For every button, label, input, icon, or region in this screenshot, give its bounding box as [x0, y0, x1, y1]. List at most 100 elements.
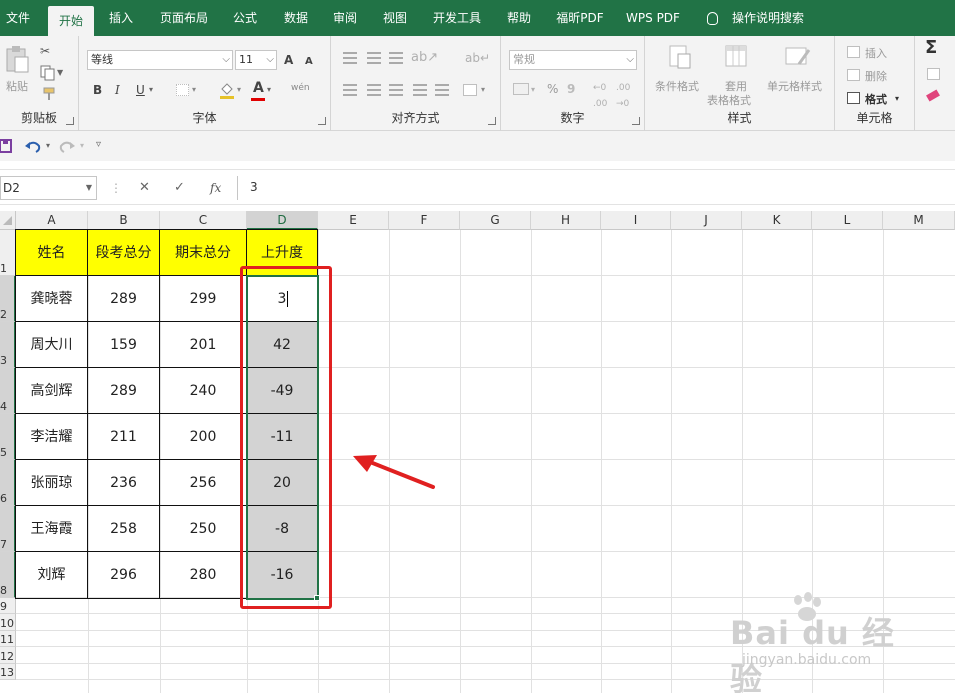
currency-dropdown-icon[interactable]: ▾: [531, 82, 535, 98]
conditional-formatting-icon[interactable]: [669, 44, 693, 72]
tab-developer[interactable]: 开发工具: [426, 0, 488, 36]
borders-icon[interactable]: [176, 84, 189, 96]
table-cell[interactable]: 258: [88, 506, 160, 552]
italic-button[interactable]: I: [115, 82, 120, 98]
merge-dropdown-icon[interactable]: ▾: [481, 82, 485, 98]
tab-help[interactable]: 帮助: [502, 0, 536, 36]
table-cell[interactable]: 王海霞: [16, 506, 88, 552]
tab-home[interactable]: 开始: [48, 6, 94, 36]
row-header-1[interactable]: 1: [0, 230, 16, 276]
table-cell[interactable]: 201: [160, 322, 247, 368]
row-header-5[interactable]: 5: [0, 414, 16, 460]
name-box-dropdown-icon[interactable]: ▼: [86, 177, 92, 199]
row-header-10[interactable]: 10: [0, 614, 16, 631]
row-header-8[interactable]: 8: [0, 552, 16, 598]
row-header-7[interactable]: 7: [0, 506, 16, 552]
tab-foxit-pdf[interactable]: 福昕PDF: [551, 0, 609, 36]
align-center-icon[interactable]: [367, 84, 381, 96]
alignment-launcher-icon[interactable]: [488, 117, 496, 125]
insert-function-icon[interactable]: fx: [210, 180, 221, 196]
column-header-e[interactable]: E: [318, 211, 389, 230]
font-size-select[interactable]: 11 ⌵: [235, 50, 277, 70]
underline-button[interactable]: U: [136, 82, 145, 98]
top-align-icon[interactable]: [343, 52, 357, 64]
column-header-h[interactable]: H: [531, 211, 601, 230]
column-header-k[interactable]: K: [742, 211, 812, 230]
number-format-select[interactable]: 常规 ⌵: [509, 50, 637, 70]
tab-review[interactable]: 审阅: [328, 0, 362, 36]
table-cell[interactable]: 龚晓蓉: [16, 276, 88, 322]
format-cells-label[interactable]: 格式: [865, 91, 887, 107]
shrink-font-icon[interactable]: A: [305, 54, 313, 70]
merge-center-icon[interactable]: [463, 84, 477, 96]
fill-color-icon[interactable]: [219, 81, 235, 99]
column-header-j[interactable]: J: [671, 211, 742, 230]
enter-entry-icon[interactable]: ✓: [174, 180, 185, 196]
borders-dropdown-icon[interactable]: ▾: [192, 82, 196, 98]
customize-qat-icon[interactable]: ▿: [96, 137, 101, 153]
increase-indent-icon[interactable]: [435, 84, 449, 96]
clipboard-launcher-icon[interactable]: [66, 117, 74, 125]
tab-formulas[interactable]: 公式: [228, 0, 262, 36]
underline-dropdown-icon[interactable]: ▾: [149, 82, 153, 98]
phonetic-icon[interactable]: wén: [291, 80, 310, 96]
tab-view[interactable]: 视图: [378, 0, 412, 36]
row-header-4[interactable]: 4: [0, 368, 16, 414]
decrease-indent-icon[interactable]: [413, 84, 427, 96]
format-painter-icon[interactable]: [42, 87, 56, 101]
header-cell-midterm[interactable]: 段考总分: [88, 230, 160, 276]
table-cell[interactable]: 240: [160, 368, 247, 414]
cancel-entry-icon[interactable]: ✕: [139, 180, 150, 196]
delete-cells-icon[interactable]: [847, 69, 860, 81]
font-color-icon[interactable]: A: [253, 80, 264, 96]
currency-icon[interactable]: [513, 83, 529, 95]
increase-decimal-icon[interactable]: ←0.00: [593, 80, 607, 112]
fill-icon[interactable]: [927, 68, 940, 80]
autosum-icon[interactable]: Σ: [925, 39, 937, 57]
table-cell[interactable]: 李洁耀: [16, 414, 88, 460]
fill-dropdown-icon[interactable]: ▾: [237, 82, 241, 98]
table-cell[interactable]: 299: [160, 276, 247, 322]
header-cell-final[interactable]: 期末总分: [160, 230, 247, 276]
row-header-11[interactable]: 11: [0, 631, 16, 647]
tab-data[interactable]: 数据: [279, 0, 313, 36]
font-color-dropdown-icon[interactable]: ▾: [267, 82, 271, 98]
table-cell[interactable]: 高剑辉: [16, 368, 88, 414]
table-cell[interactable]: 211: [88, 414, 160, 460]
tab-wps-pdf[interactable]: WPS PDF: [622, 0, 684, 36]
tab-file[interactable]: 文件: [0, 0, 36, 36]
row-header-3[interactable]: 3: [0, 322, 16, 368]
row-header-13[interactable]: 13: [0, 664, 16, 680]
bottom-align-icon[interactable]: [389, 52, 403, 64]
tab-insert[interactable]: 插入: [104, 0, 138, 36]
column-header-m[interactable]: M: [883, 211, 955, 230]
tell-me-search[interactable]: 操作说明搜索: [728, 0, 808, 36]
cell-styles-icon[interactable]: [785, 44, 813, 72]
column-header-d[interactable]: D: [247, 211, 318, 230]
paste-icon[interactable]: [4, 44, 30, 74]
column-header-i[interactable]: I: [601, 211, 671, 230]
row-header-12[interactable]: 12: [0, 647, 16, 664]
redo-icon[interactable]: [58, 139, 76, 153]
formula-input[interactable]: 3: [237, 176, 955, 200]
table-cell[interactable]: 刘辉: [16, 552, 88, 599]
number-launcher-icon[interactable]: [632, 117, 640, 125]
table-cell[interactable]: 289: [88, 276, 160, 322]
save-icon[interactable]: [0, 139, 12, 153]
copy-icon[interactable]: [40, 65, 56, 81]
align-left-icon[interactable]: [343, 84, 357, 96]
redo-dropdown-icon[interactable]: ▾: [80, 138, 84, 154]
row-header-2[interactable]: 2: [0, 276, 16, 322]
column-header-g[interactable]: G: [460, 211, 531, 230]
column-header-b[interactable]: B: [88, 211, 160, 230]
bold-button[interactable]: B: [93, 82, 102, 98]
table-cell[interactable]: 256: [160, 460, 247, 506]
column-header-f[interactable]: F: [389, 211, 460, 230]
middle-align-icon[interactable]: [367, 52, 381, 64]
tab-page-layout[interactable]: 页面布局: [153, 0, 215, 36]
table-cell[interactable]: 280: [160, 552, 247, 599]
table-cell[interactable]: 周大川: [16, 322, 88, 368]
insert-cells-icon[interactable]: [847, 46, 860, 58]
column-header-c[interactable]: C: [160, 211, 247, 230]
font-launcher-icon[interactable]: [318, 117, 326, 125]
